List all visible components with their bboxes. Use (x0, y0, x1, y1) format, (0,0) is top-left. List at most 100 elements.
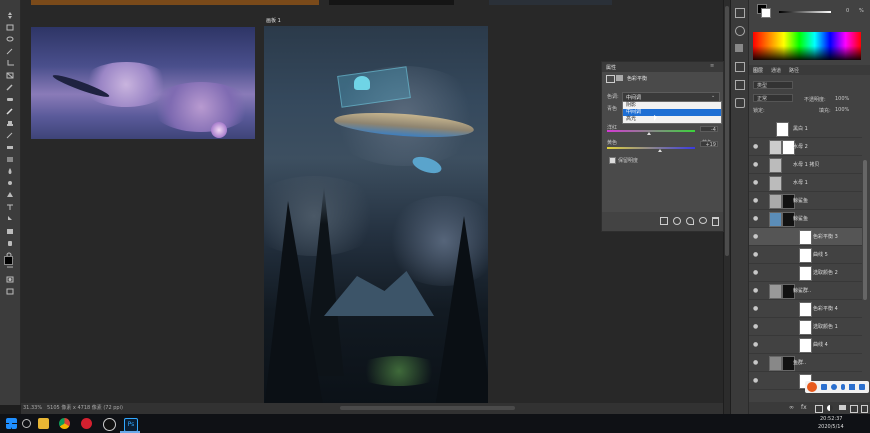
reference-image[interactable] (31, 27, 255, 139)
eye-icon[interactable]: ● (753, 323, 760, 330)
artboard-tool-icon[interactable] (5, 24, 15, 31)
chrome-icon[interactable] (59, 418, 70, 429)
path-selection-tool-icon[interactable] (5, 216, 15, 223)
punctuation-icon[interactable] (831, 384, 837, 390)
eye-icon[interactable]: ● (753, 359, 760, 366)
crop-tool-icon[interactable] (5, 60, 15, 67)
eye-icon[interactable]: ● (753, 197, 760, 204)
layer-thumbnail[interactable] (769, 212, 782, 227)
layer-row[interactable]: ● 选取颜色 1 (749, 318, 862, 336)
tone-dropdown-list[interactable]: 阴影 中间调 高光 (622, 101, 722, 124)
eye-icon[interactable]: ● (753, 341, 760, 348)
eye-icon[interactable]: ● (753, 161, 760, 168)
frame-tool-icon[interactable] (5, 72, 15, 79)
eye-icon[interactable]: ● (753, 179, 760, 186)
layer-row-selected[interactable]: ● 色彩平衡 3 (749, 228, 862, 246)
tone-option-highlights[interactable]: 高光 (623, 116, 721, 123)
layer-row[interactable]: ● 水母 1 (749, 174, 862, 192)
layer-mask-thumbnail[interactable] (776, 122, 789, 137)
artboard-title[interactable]: 画板 1 (266, 17, 281, 24)
eye-icon[interactable]: ● (753, 305, 760, 312)
main-artboard[interactable] (264, 26, 488, 405)
layer-thumbnail[interactable] (769, 140, 782, 155)
layer-row[interactable]: ● 鲸鲨群.. (749, 282, 862, 300)
rectangle-tool-icon[interactable] (5, 228, 15, 235)
layer-row[interactable]: ● 鲸鲨鱼 (749, 210, 862, 228)
panel-menu-icon[interactable]: ≡ (710, 63, 714, 69)
quick-mask-icon[interactable] (5, 276, 15, 283)
layer-mask-thumbnail[interactable] (799, 302, 812, 317)
screen-mode-icon[interactable] (5, 288, 15, 295)
delete-layer-icon[interactable] (861, 405, 868, 413)
layer-filter-select[interactable]: 类型 (753, 81, 793, 89)
properties-panel-header[interactable]: 属性 ≡ (602, 62, 723, 72)
layer-mask-thumbnail[interactable] (799, 266, 812, 281)
eraser-tool-icon[interactable] (5, 144, 15, 151)
adjustments-panel-icon[interactable] (735, 62, 745, 72)
eye-icon[interactable]: ● (753, 251, 760, 258)
foreground-color-swatch[interactable] (4, 256, 13, 265)
properties-panel-icon[interactable] (735, 80, 745, 90)
color-slider-value[interactable]: 0 (846, 8, 849, 14)
tab-channels[interactable]: 通道 (771, 67, 781, 74)
layer-row[interactable]: 黑白 1 (749, 120, 862, 138)
color-brightness-slider[interactable] (779, 11, 831, 13)
type-tool-icon[interactable] (5, 204, 15, 211)
netease-music-icon[interactable] (81, 418, 92, 429)
magenta-green-value-field[interactable]: -4 (700, 126, 718, 133)
gradient-tool-icon[interactable] (5, 156, 15, 163)
blur-tool-icon[interactable] (5, 168, 15, 175)
layer-row[interactable]: ● 曲线 4 (749, 336, 862, 354)
fill-value[interactable]: 100% (835, 107, 849, 113)
workspace-vertical-scrollbar[interactable] (724, 0, 730, 414)
microphone-icon[interactable] (841, 384, 845, 390)
yellow-blue-slider-thumb[interactable] (658, 149, 662, 152)
layer-row[interactable]: ● 曲线 5 (749, 246, 862, 264)
eyedropper-tool-icon[interactable] (5, 84, 15, 91)
tone-option-shadows[interactable]: 阴影 (623, 102, 721, 109)
keyboard-icon[interactable] (849, 384, 855, 390)
paragraph-panel-icon[interactable] (735, 98, 745, 108)
preserve-luminosity-checkbox[interactable] (609, 157, 616, 164)
layer-thumbnail[interactable] (769, 158, 782, 173)
workspace-horizontal-scrollbar[interactable] (340, 406, 515, 410)
app-icon[interactable] (103, 418, 116, 431)
clip-to-layer-icon[interactable] (660, 217, 668, 225)
eye-icon[interactable]: ● (753, 143, 760, 150)
opacity-value[interactable]: 100% (835, 96, 849, 102)
clone-stamp-tool-icon[interactable] (5, 120, 15, 127)
visibility-eye-icon[interactable] (699, 217, 707, 224)
eye-icon[interactable]: ● (753, 269, 760, 276)
taskbar-date[interactable]: 2020/5/14 (818, 424, 844, 430)
move-tool-icon[interactable] (5, 12, 15, 19)
new-layer-icon[interactable] (850, 405, 858, 413)
history-panel-icon[interactable] (735, 8, 745, 18)
magenta-green-slider-thumb[interactable] (647, 132, 651, 135)
tone-option-midtones[interactable]: 中间调 (623, 109, 721, 116)
add-mask-icon[interactable] (815, 405, 823, 413)
swatches-panel-icon[interactable] (735, 44, 743, 52)
yellow-blue-slider[interactable] (607, 147, 695, 149)
windows-icon[interactable] (6, 418, 17, 429)
photoshop-icon[interactable]: Ps (124, 418, 138, 432)
pen-tool-icon[interactable] (5, 192, 15, 199)
yellow-blue-value-field[interactable]: +19 (700, 141, 718, 148)
vertical-scroll-thumb[interactable] (725, 6, 729, 256)
layer-thumbnail[interactable] (769, 356, 782, 371)
input-method-toolbar[interactable] (805, 381, 869, 393)
layer-mask-thumbnail[interactable] (799, 320, 812, 335)
layer-thumbnail[interactable] (769, 176, 782, 191)
layer-row[interactable]: ● 鲸鲨鱼 (749, 192, 862, 210)
layer-mask-thumbnail[interactable] (799, 338, 812, 353)
background-color-chip[interactable] (761, 8, 771, 18)
sogou-logo-icon[interactable] (807, 382, 817, 392)
lasso-tool-icon[interactable] (5, 36, 15, 43)
layer-row[interactable]: ● 水母 1 拷贝 (749, 156, 862, 174)
tab-layers[interactable]: 图层 (753, 67, 763, 74)
layers-scrollbar[interactable] (863, 160, 867, 300)
color-spectrum[interactable] (753, 32, 861, 60)
color-panel-icon[interactable] (735, 26, 745, 36)
brush-tool-icon[interactable] (5, 108, 15, 115)
eye-icon[interactable]: ● (753, 287, 760, 294)
history-brush-tool-icon[interactable] (5, 132, 15, 139)
